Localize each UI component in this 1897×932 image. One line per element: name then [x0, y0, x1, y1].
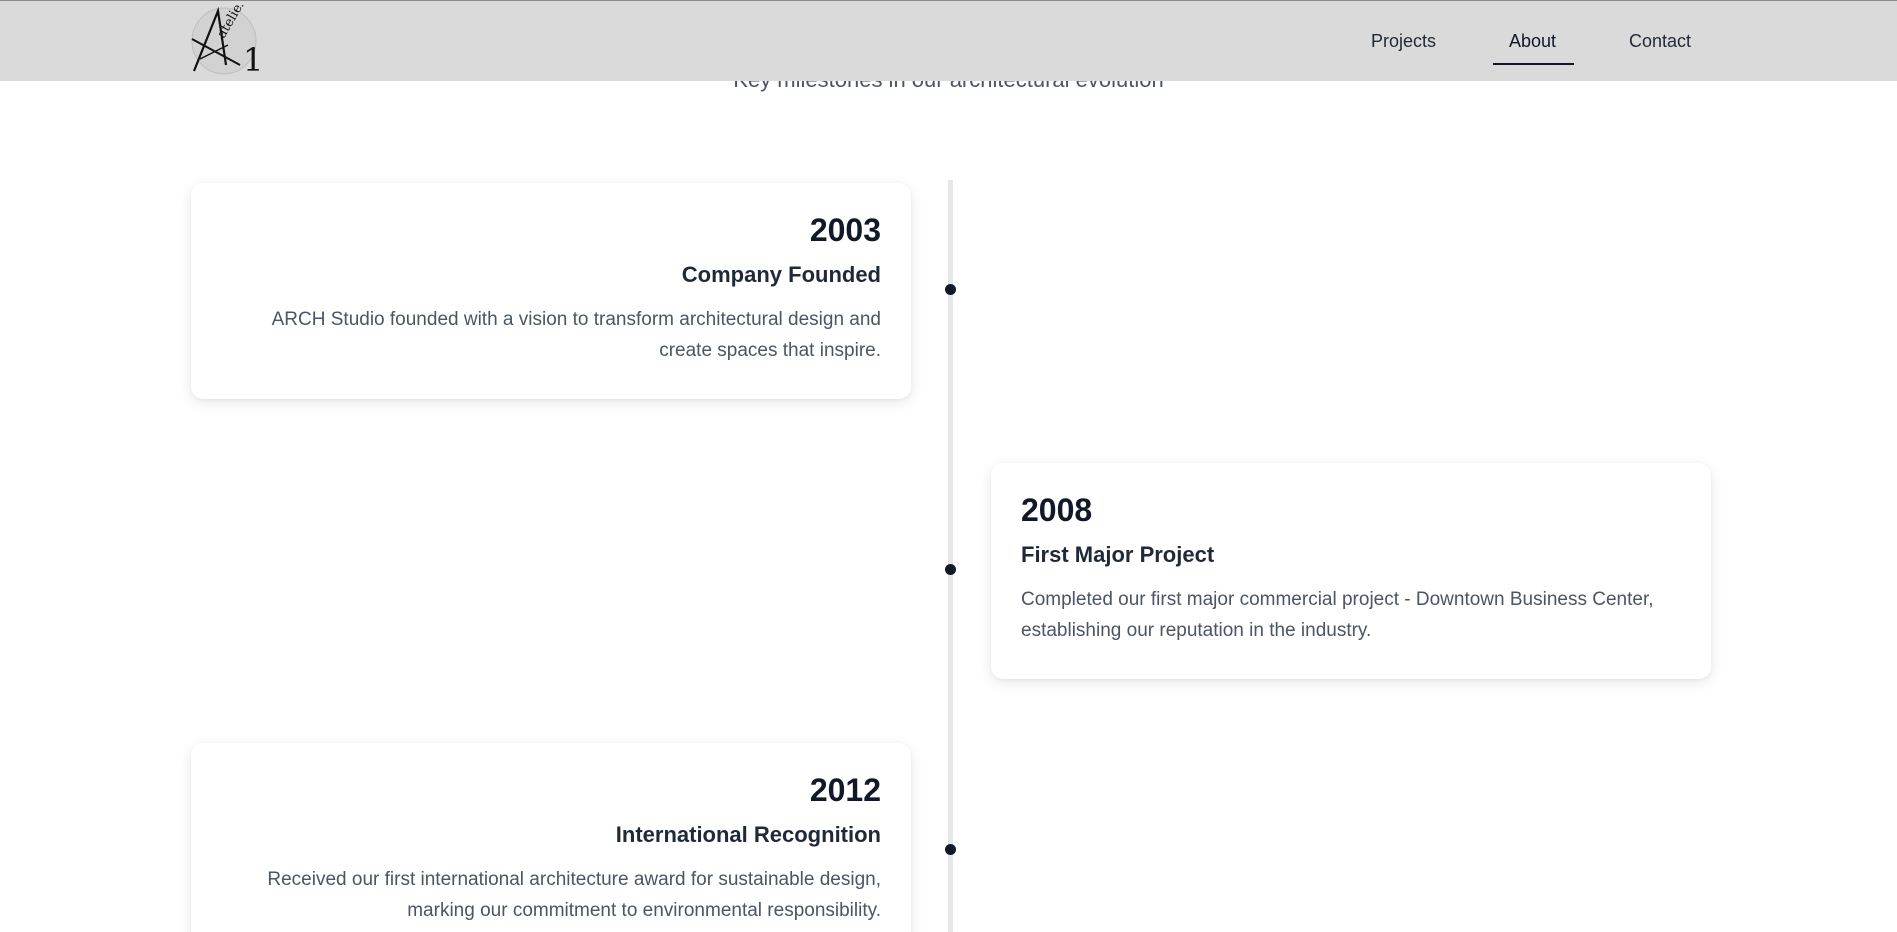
timeline-card-2003: 2003 Company Founded ARCH Studio founded… [191, 183, 911, 399]
nav-projects[interactable]: Projects [1371, 31, 1436, 52]
timeline-card-2012: 2012 International Recognition Received … [191, 743, 911, 932]
milestone-year: 2003 [809, 212, 881, 248]
milestone-title: Company Founded [681, 262, 881, 288]
about-page: ateliel 1 Projects About Contact Key mil… [0, 0, 1897, 932]
timeline-dot [945, 564, 956, 575]
milestone-year: 2012 [809, 772, 881, 808]
timeline-dot [945, 284, 956, 295]
milestone-description: ARCH Studio founded with a vision to tra… [271, 308, 881, 362]
milestone-description: Received our first international archite… [267, 868, 881, 922]
site-header: ateliel 1 Projects About Contact [0, 0, 1897, 81]
timeline-dot [945, 844, 956, 855]
nav-active-indicator [1493, 63, 1574, 65]
milestone-title: International Recognition [615, 822, 881, 848]
main-nav: Projects About Contact [0, 1, 1897, 82]
nav-about[interactable]: About [1509, 31, 1556, 52]
timeline-card-2008: 2008 First Major Project Completed our f… [991, 463, 1711, 679]
milestone-year: 2008 [1021, 492, 1093, 528]
nav-contact[interactable]: Contact [1629, 31, 1691, 52]
milestone-description: Completed our first major commercial pro… [1021, 588, 1654, 642]
milestone-title: First Major Project [1021, 542, 1215, 568]
